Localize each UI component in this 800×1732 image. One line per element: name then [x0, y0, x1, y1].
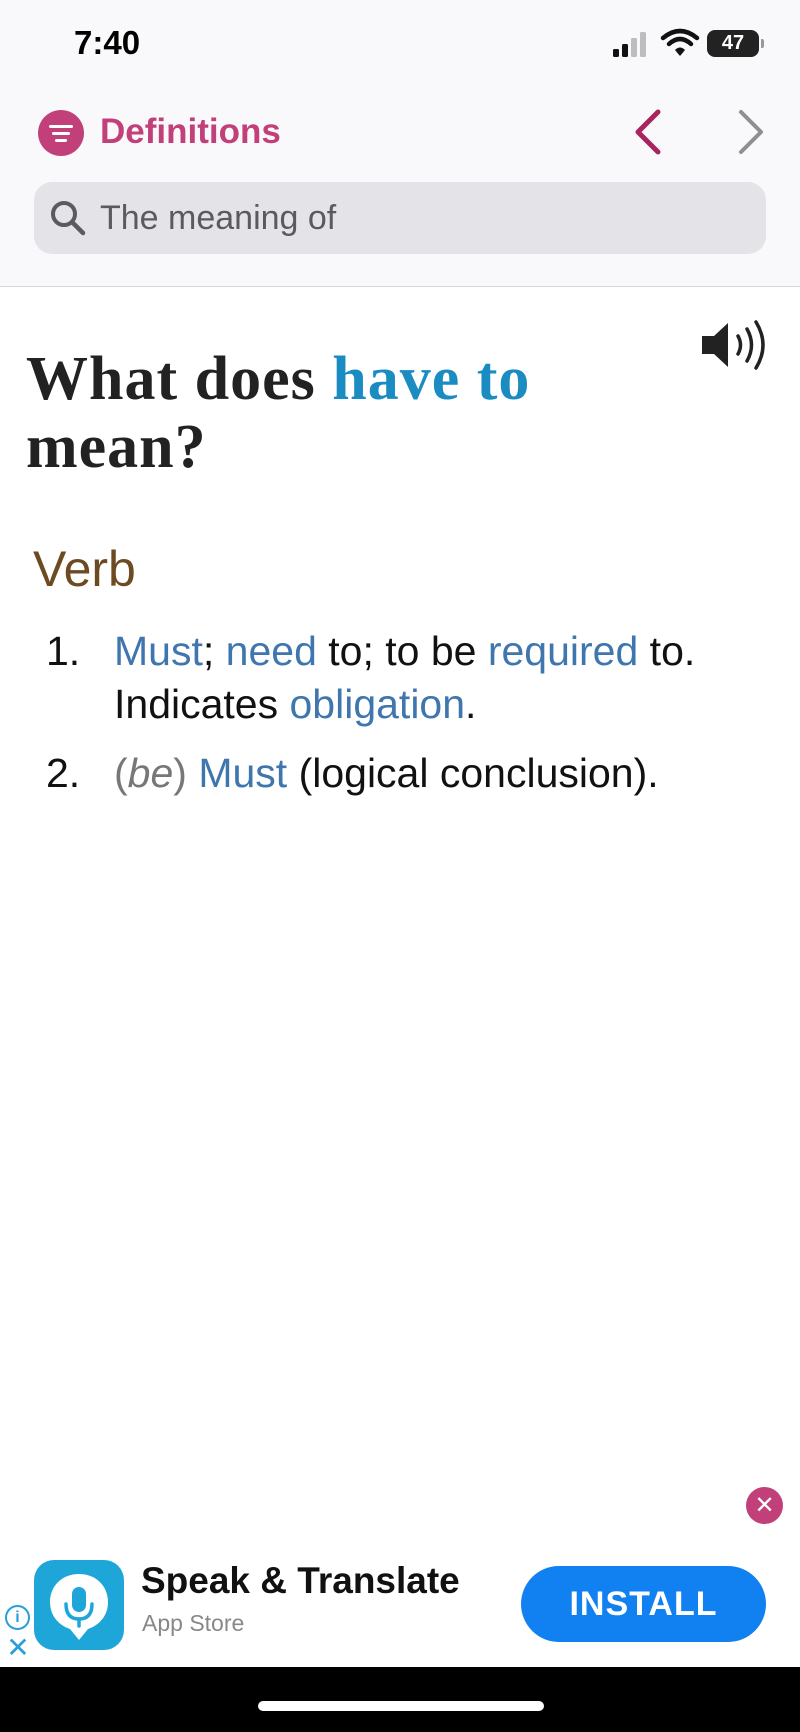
status-time: 7:40 — [74, 24, 141, 61]
section-title[interactable]: Definitions — [100, 112, 281, 152]
page: 7:40 47 Definitions The meaning of What … — [0, 0, 800, 1732]
install-button[interactable]: INSTALL — [521, 1566, 766, 1642]
heading-suffix: mean? — [26, 413, 207, 481]
cellular-signal-icon — [613, 32, 646, 57]
definition-item: 2. (be) Must (logical conclusion). — [46, 747, 746, 800]
ad-info-icon[interactable]: i — [5, 1605, 30, 1630]
qualifier-word: be — [127, 750, 174, 796]
search-input[interactable] — [100, 182, 740, 254]
definition-link[interactable]: Must — [198, 750, 287, 796]
definition-fragment: to; to be — [316, 628, 488, 674]
definition-link[interactable]: obligation — [290, 681, 466, 727]
microphone-icon — [50, 1574, 108, 1640]
ad-close-button[interactable]: ✕ — [746, 1487, 783, 1524]
ad-app-icon[interactable] — [34, 1560, 124, 1650]
ad-dismiss-icon[interactable]: ✕ — [5, 1634, 31, 1662]
definition-number: 1. — [46, 628, 81, 674]
search-bar[interactable] — [34, 182, 766, 254]
definition-number: 2. — [46, 750, 81, 796]
definition-link[interactable]: need — [226, 628, 317, 674]
ad-app-name[interactable]: Speak & Translate — [141, 1560, 460, 1602]
qualifier-paren: ) — [173, 750, 187, 796]
qualifier-paren: ( — [114, 750, 128, 796]
definition-list: 1. Must; need to; to be required to. Ind… — [46, 625, 746, 800]
part-of-speech: Verb — [33, 541, 136, 597]
definition-fragment: (logical conclusion). — [287, 750, 659, 796]
heading-term: have to — [332, 345, 531, 413]
ad-source: App Store — [142, 1610, 245, 1636]
forward-chevron-icon[interactable] — [731, 106, 771, 158]
definition-fragment: . — [465, 681, 477, 727]
entry-heading: What does have to mean? — [26, 345, 706, 481]
definition-link[interactable]: required — [488, 628, 638, 674]
home-indicator[interactable] — [258, 1701, 544, 1711]
heading-prefix: What does — [26, 345, 316, 413]
menu-icon[interactable] — [38, 110, 84, 156]
search-icon — [51, 201, 86, 236]
back-chevron-icon[interactable] — [628, 106, 668, 158]
status-icons: 47 — [612, 28, 772, 60]
definition-text: (be) Must (logical conclusion). — [114, 747, 746, 800]
top-bar: 7:40 47 Definitions — [0, 0, 800, 287]
home-bar — [0, 1667, 800, 1732]
definition-item: 1. Must; need to; to be required to. Ind… — [46, 625, 746, 731]
definition-link[interactable]: Must — [114, 628, 203, 674]
qualifier: (be) — [114, 750, 187, 796]
speaker-icon[interactable] — [700, 318, 778, 372]
wifi-icon — [660, 28, 700, 56]
definition-text: Must; need to; to be required to. Indica… — [114, 625, 746, 731]
battery-icon: 47 — [707, 30, 764, 57]
definition-fragment — [187, 750, 198, 796]
definition-fragment: ; — [202, 628, 215, 674]
